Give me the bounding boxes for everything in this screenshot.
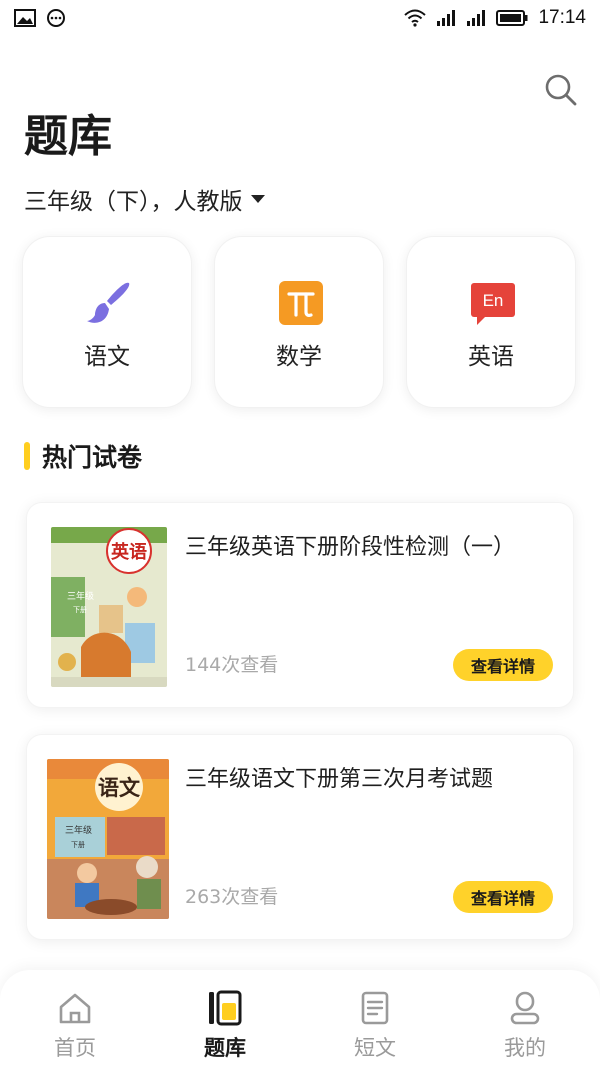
subject-label: 数学 [276, 344, 322, 370]
bottom-tab-bar: 首页 题库 短文 我的 [0, 970, 600, 1067]
view-details-button[interactable]: 查看详情 [453, 881, 553, 913]
paper-card[interactable]: 语文 三年级 下册 三年级语文下册第三次月考试题 263次查看 查看详情 [26, 734, 574, 940]
view-details-button[interactable]: 查看详情 [453, 649, 553, 681]
english-book-cover-image: 英语 三年级 下册 [51, 527, 167, 687]
subject-card-chinese[interactable]: 语文 [22, 236, 192, 408]
subject-label: 语文 [84, 344, 130, 370]
section-header: 热门试卷 [24, 438, 142, 474]
question-bank-icon [209, 990, 242, 1026]
tab-label: 短文 [354, 1036, 396, 1060]
cover-grade: 三年级 [65, 824, 92, 836]
pi-icon [279, 281, 323, 325]
en-chat-icon: En [471, 283, 515, 325]
more-notification-icon [47, 9, 65, 27]
caret-down-icon [250, 195, 265, 203]
cover-sub: 下册 [73, 606, 87, 614]
subject-card-english[interactable]: En 英语 [406, 236, 576, 408]
tab-home[interactable]: 首页 [25, 990, 125, 1062]
status-bar-left [14, 8, 66, 28]
signal-icon [437, 10, 456, 26]
cover-title: 语文 [98, 775, 141, 800]
tab-label: 题库 [204, 1036, 246, 1060]
view-count: 144次查看 [185, 654, 279, 676]
status-bar: 17:14 [0, 0, 600, 36]
subject-grid: 语文 数学 En 英语 [22, 236, 578, 408]
subject-card-math[interactable]: 数学 [214, 236, 384, 408]
subject-label: 英语 [468, 344, 514, 370]
paper-title: 三年级英语下册阶段性检测（一） [185, 535, 516, 560]
document-icon [361, 991, 389, 1025]
battery-icon [496, 10, 528, 26]
view-count: 263次查看 [185, 886, 279, 908]
gallery-notification-icon [14, 9, 36, 27]
tab-label: 我的 [504, 1036, 546, 1060]
chinese-book-cover-image: 语文 三年级 下册 [47, 759, 169, 919]
home-icon [59, 993, 91, 1024]
grade-selector[interactable]: 三年级（下），人教版 [24, 182, 265, 216]
paper-title: 三年级语文下册第三次月考试题 [185, 767, 494, 792]
wifi-icon [404, 9, 427, 27]
tab-question-bank[interactable]: 题库 [175, 990, 275, 1062]
status-bar-right: 17:14 [404, 7, 586, 29]
cover-grade: 三年级 [67, 590, 94, 602]
grade-label: 三年级（下），人教版 [24, 189, 243, 215]
tab-profile[interactable]: 我的 [475, 990, 575, 1062]
tab-essays[interactable]: 短文 [325, 990, 425, 1062]
section-title: 热门试卷 [42, 443, 143, 472]
brush-icon [87, 282, 130, 323]
search-icon[interactable] [544, 73, 578, 107]
cover-sub: 下册 [71, 841, 85, 849]
page-title: 题库 [24, 111, 112, 162]
cover-title: 英语 [110, 541, 147, 563]
profile-icon [510, 991, 540, 1025]
svg-text:En: En [483, 291, 504, 310]
signal-icon-2 [467, 10, 486, 26]
section-accent-bar [24, 442, 30, 470]
tab-label: 首页 [54, 1036, 96, 1060]
status-time: 17:14 [538, 7, 586, 28]
paper-card[interactable]: 英语 三年级 下册 三年级英语下册阶段性检测（一） 144次查看 查看详情 [26, 502, 574, 708]
